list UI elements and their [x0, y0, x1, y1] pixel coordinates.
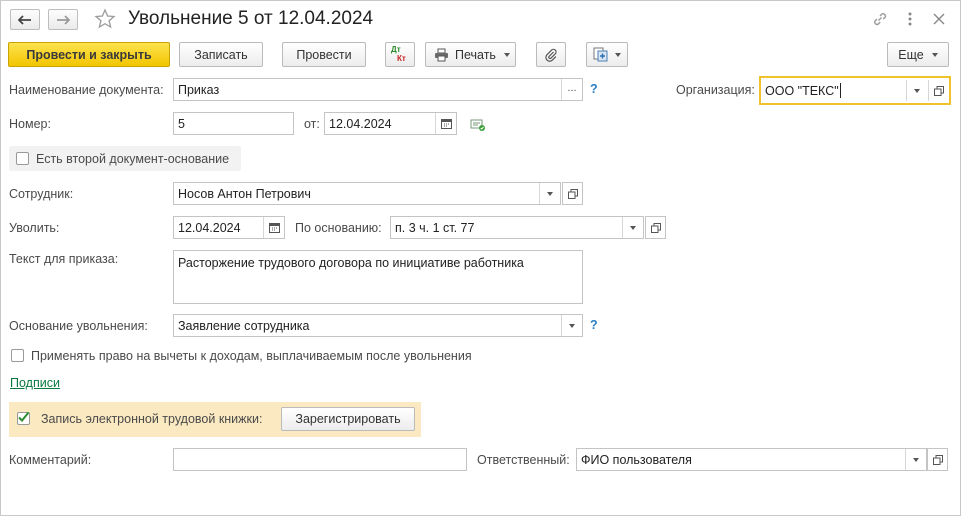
- chevron-down-icon: [914, 88, 920, 93]
- date-field[interactable]: 12.04.2024: [324, 112, 457, 135]
- print-label: Печать: [455, 47, 496, 62]
- favorite-star-icon[interactable]: [94, 8, 116, 30]
- number-settings-icon[interactable]: [469, 117, 487, 133]
- deduction-label: Применять право на вычеты к доходам, вып…: [31, 349, 472, 363]
- page-title: Увольнение 5 от 12.04.2024: [128, 8, 374, 29]
- number-label: Номер:: [9, 117, 51, 131]
- chevron-down-icon: [615, 52, 621, 57]
- number-value: 5: [178, 116, 185, 131]
- reason-value: Заявление сотрудника: [178, 318, 310, 333]
- basis-dropdown-button[interactable]: [622, 217, 643, 238]
- employee-dropdown-button[interactable]: [539, 183, 560, 204]
- save-button[interactable]: Записать: [179, 42, 263, 67]
- doc-name-label: Наименование документа:: [9, 83, 164, 97]
- form-window: Увольнение 5 от 12.04.2024 Провести и за…: [0, 0, 961, 516]
- create-based-on-button[interactable]: [586, 42, 628, 67]
- reason-dropdown-button[interactable]: [561, 315, 582, 336]
- etk-checkbox[interactable]: [17, 411, 30, 425]
- calendar-button[interactable]: [435, 113, 456, 134]
- basis-value: п. 3 ч. 1 ст. 77: [395, 220, 475, 235]
- chevron-down-icon: [630, 225, 636, 230]
- second-basis-checkbox[interactable]: [16, 152, 29, 165]
- employee-value: Носов Антон Петрович: [178, 186, 311, 201]
- calendar-icon: [440, 119, 452, 129]
- comment-label: Комментарий:: [9, 453, 92, 467]
- second-basis-label: Есть второй документ-основание: [36, 152, 230, 166]
- doc-name-field[interactable]: Приказ ...: [173, 78, 583, 101]
- calendar-icon: [268, 223, 280, 233]
- deduction-checkbox[interactable]: [11, 349, 24, 362]
- dismiss-date-value: 12.04.2024: [178, 220, 241, 235]
- arrow-left-icon: [18, 14, 31, 25]
- text-cursor: [839, 83, 841, 98]
- employee-open-button[interactable]: [562, 182, 583, 205]
- chevron-down-icon: [931, 52, 938, 57]
- organization-dropdown-button[interactable]: [906, 80, 927, 101]
- number-field[interactable]: 5: [173, 112, 294, 135]
- basis-label: По основанию:: [295, 221, 382, 235]
- reason-label: Основание увольнения:: [9, 319, 148, 333]
- date-from-label: от:: [304, 117, 320, 131]
- doc-name-value: Приказ: [178, 82, 220, 97]
- link-icon[interactable]: [871, 10, 889, 28]
- printer-icon: [435, 48, 448, 61]
- register-button[interactable]: Зарегистрировать: [281, 407, 415, 431]
- paperclip-icon: [545, 48, 557, 62]
- help-icon[interactable]: ?: [590, 318, 598, 332]
- select-button[interactable]: ...: [561, 79, 582, 100]
- close-icon[interactable]: [930, 10, 948, 28]
- chevron-down-icon: [503, 52, 510, 57]
- checkmark-icon: [18, 411, 30, 422]
- dt-kt-icon: Дт Кт: [391, 45, 406, 63]
- open-window-icon: [567, 188, 578, 199]
- comment-field[interactable]: [173, 448, 467, 471]
- more-label: Еще: [898, 47, 924, 62]
- help-icon[interactable]: ?: [590, 82, 598, 96]
- calendar-button[interactable]: [263, 217, 284, 238]
- more-vertical-icon[interactable]: [901, 10, 919, 28]
- chevron-down-icon: [913, 457, 919, 462]
- create-document-icon: [593, 47, 608, 62]
- responsible-dropdown-button[interactable]: [905, 449, 926, 470]
- more-menu-button[interactable]: Еще: [887, 42, 949, 67]
- order-text-label: Текст для приказа:: [9, 252, 119, 266]
- etk-label: Запись электронной трудовой книжки:: [41, 412, 263, 426]
- employee-label: Сотрудник:: [9, 187, 74, 201]
- attach-button[interactable]: [536, 42, 566, 67]
- dt-kt-button[interactable]: Дт Кт: [385, 42, 415, 67]
- open-window-icon: [650, 222, 661, 233]
- open-window-icon: [932, 454, 943, 465]
- basis-open-button[interactable]: [645, 216, 666, 239]
- arrow-right-icon: [57, 14, 70, 25]
- reason-field[interactable]: Заявление сотрудника: [173, 314, 583, 337]
- organization-label: Организация:: [676, 83, 755, 97]
- open-window-icon: [934, 85, 944, 96]
- chevron-down-icon: [547, 191, 553, 196]
- back-button[interactable]: [10, 9, 40, 30]
- chevron-down-icon: [569, 323, 575, 328]
- responsible-field[interactable]: ФИО пользователя: [576, 448, 927, 471]
- order-text-field[interactable]: Расторжение трудового договора по инициа…: [173, 250, 583, 304]
- organization-open-button[interactable]: [928, 80, 949, 101]
- responsible-value: ФИО пользователя: [581, 452, 692, 467]
- order-text-value: Расторжение трудового договора по инициа…: [178, 256, 524, 270]
- signatures-link[interactable]: Подписи: [10, 376, 60, 390]
- forward-button[interactable]: [48, 9, 78, 30]
- organization-field[interactable]: ООО "ТЕКС": [759, 76, 951, 105]
- responsible-label: Ответственный:: [477, 453, 570, 467]
- post-button[interactable]: Провести: [282, 42, 366, 67]
- employee-field[interactable]: Носов Антон Петрович: [173, 182, 561, 205]
- basis-field[interactable]: п. 3 ч. 1 ст. 77: [390, 216, 644, 239]
- ellipsis-icon: ...: [567, 82, 577, 94]
- date-value: 12.04.2024: [329, 116, 392, 131]
- post-and-close-button[interactable]: Провести и закрыть: [8, 42, 170, 67]
- dismiss-label: Уволить:: [9, 221, 60, 235]
- print-menu-button[interactable]: Печать: [425, 42, 516, 67]
- dismiss-date-field[interactable]: 12.04.2024: [173, 216, 285, 239]
- responsible-open-button[interactable]: [927, 448, 948, 471]
- organization-value: ООО "ТЕКС": [765, 83, 839, 98]
